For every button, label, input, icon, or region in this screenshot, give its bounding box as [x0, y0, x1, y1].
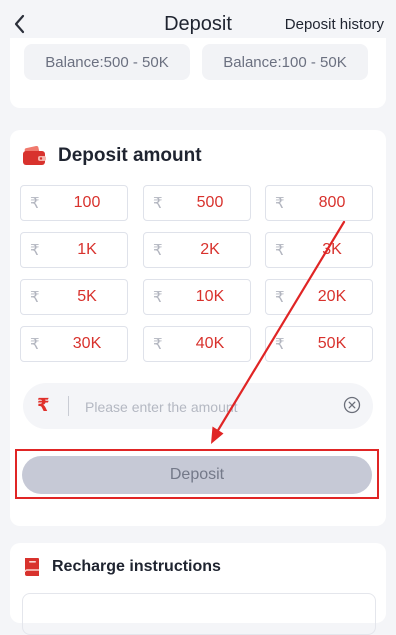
deposit-amount-card: Deposit amount ₹ 100 ₹ 500 ₹ 800 ₹ 1K ₹ …: [10, 130, 386, 526]
balance-range-option[interactable]: Balance:100 - 50K: [202, 44, 368, 80]
amount-option[interactable]: ₹ 500: [143, 185, 251, 221]
amount-value: 40K: [195, 335, 225, 352]
rupee-icon: ₹: [30, 289, 40, 306]
amount-value: 30K: [72, 335, 102, 352]
amount-value: 5K: [77, 288, 97, 305]
amount-option[interactable]: ₹ 100: [20, 185, 128, 221]
amount-value: 10K: [195, 288, 225, 305]
amount-value: 2K: [200, 241, 220, 258]
amount-option[interactable]: ₹ 50K: [265, 326, 373, 362]
amount-option[interactable]: ₹ 30K: [20, 326, 128, 362]
balance-card: Balance:500 - 50K Balance:100 - 50K: [10, 38, 386, 108]
recharge-instructions-card: Recharge instructions: [10, 543, 386, 635]
amount-option[interactable]: ₹ 40K: [143, 326, 251, 362]
rupee-icon: ₹: [275, 195, 285, 212]
rupee-icon: ₹: [153, 289, 163, 306]
rupee-icon: ₹: [275, 336, 285, 353]
rupee-icon: ₹: [153, 336, 163, 353]
instructions-content: [22, 593, 376, 635]
amount-value: 3K: [322, 241, 342, 258]
deposit-button[interactable]: Deposit: [22, 456, 372, 494]
amount-option[interactable]: ₹ 3K: [265, 232, 373, 268]
balance-range-option[interactable]: Balance:500 - 50K: [24, 44, 190, 80]
rupee-icon: ₹: [275, 242, 285, 259]
amount-value: 500: [196, 194, 224, 211]
deposit-history-link[interactable]: Deposit history: [285, 16, 384, 33]
rupee-icon: ₹: [30, 242, 40, 259]
rupee-icon: ₹: [153, 242, 163, 259]
amount-option[interactable]: ₹ 800: [265, 185, 373, 221]
amount-option[interactable]: ₹ 2K: [143, 232, 251, 268]
amount-value: 20K: [317, 288, 347, 305]
amount-option[interactable]: ₹ 1K: [20, 232, 128, 268]
section-title: Deposit amount: [58, 145, 202, 166]
instructions-title: Recharge instructions: [52, 558, 221, 575]
wallet-icon: [23, 146, 46, 165]
clear-icon[interactable]: [343, 396, 361, 414]
amount-input-container: ₹: [23, 383, 373, 429]
amount-value: 800: [318, 194, 346, 211]
input-divider: [68, 396, 69, 416]
deposit-amount-header: Deposit amount: [22, 145, 202, 167]
rupee-icon: ₹: [153, 195, 163, 212]
amount-value: 100: [73, 194, 101, 211]
amount-value: 1K: [77, 241, 97, 258]
rupee-icon: ₹: [37, 395, 50, 415]
book-icon: [24, 558, 39, 576]
rupee-icon: ₹: [30, 195, 40, 212]
instructions-header: Recharge instructions: [22, 556, 221, 578]
amount-option[interactable]: ₹ 5K: [20, 279, 128, 315]
rupee-icon: ₹: [275, 289, 285, 306]
amount-value: 50K: [317, 335, 347, 352]
amount-option[interactable]: ₹ 10K: [143, 279, 251, 315]
rupee-icon: ₹: [30, 336, 40, 353]
amount-input[interactable]: [83, 391, 327, 423]
amount-option[interactable]: ₹ 20K: [265, 279, 373, 315]
